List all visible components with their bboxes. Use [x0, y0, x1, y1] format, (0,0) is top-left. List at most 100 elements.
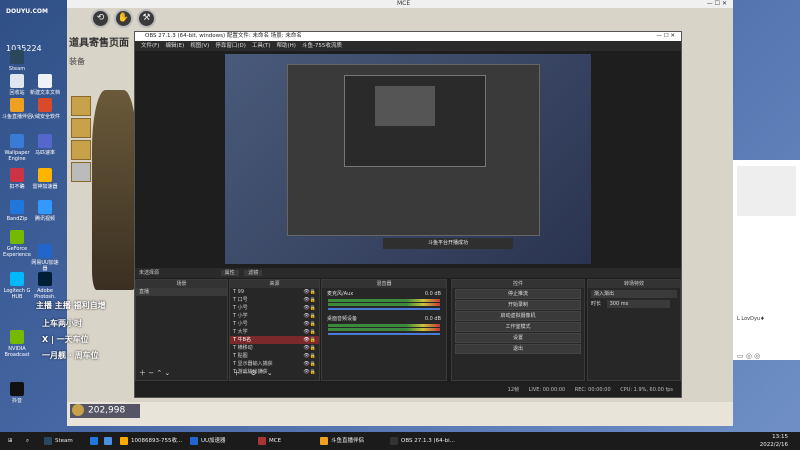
- equipment-slot[interactable]: [71, 118, 91, 138]
- visibility-lock-icon[interactable]: 👁🔒: [303, 344, 316, 352]
- menu-item[interactable]: 文件(F): [141, 43, 159, 49]
- stream-preview[interactable]: [225, 54, 591, 264]
- game-tool-button[interactable]: ⚒: [137, 9, 156, 28]
- visibility-lock-icon[interactable]: 👁🔒: [303, 312, 316, 320]
- desktop-icon-label: 腾讯视频: [34, 216, 55, 222]
- visibility-lock-icon[interactable]: 👁🔒: [303, 328, 316, 336]
- source-item[interactable]: T 横移动 👁🔒: [230, 344, 319, 352]
- taskbar-app[interactable]: MCE: [254, 435, 285, 447]
- volume-slider[interactable]: [328, 308, 440, 310]
- taskbar-app[interactable]: 斗鱼直播伴侣: [316, 435, 368, 447]
- desktop-icon[interactable]: BandZip: [2, 200, 32, 222]
- desktop-icon-label: GeForce Experience: [3, 246, 31, 258]
- source-item[interactable]: T 口号 👁🔒: [230, 296, 319, 304]
- source-item[interactable]: T 小号 👁🔒: [230, 320, 319, 328]
- source-item[interactable]: T 贴图 👁🔒: [230, 352, 319, 360]
- visibility-lock-icon[interactable]: 👁🔒: [303, 368, 316, 376]
- desktop-icon[interactable]: Adobe Photosh.: [30, 272, 60, 300]
- source-item[interactable]: T 小学 👁🔒: [230, 312, 319, 320]
- search-icon[interactable]: ⌕: [22, 435, 33, 447]
- window-controls[interactable]: — ☐ ✕: [707, 0, 727, 7]
- visibility-lock-icon[interactable]: 👁🔒: [303, 304, 316, 312]
- obs-window[interactable]: OBS 27.1.3 (64-bit, windows) 配置文件: 未命名 场…: [134, 31, 682, 398]
- menu-item[interactable]: 帮助(H): [277, 43, 296, 49]
- game-titlebar[interactable]: MCE — ☐ ✕: [67, 0, 733, 8]
- source-item[interactable]: T 小号 👁🔒: [230, 304, 319, 312]
- start-button[interactable]: ⊞: [4, 435, 17, 447]
- desktop-icon[interactable]: 网易UU加速器: [30, 244, 60, 272]
- control-button[interactable]: 设置: [455, 333, 581, 343]
- filters-button[interactable]: 滤镜: [244, 270, 263, 276]
- menu-item[interactable]: 停靠窗口(D): [215, 43, 246, 49]
- visibility-lock-icon[interactable]: 👁🔒: [303, 320, 316, 328]
- app-icon: [390, 436, 398, 445]
- equipment-slot[interactable]: [71, 162, 91, 182]
- desktop-icon-label: 火绒安全软件: [30, 114, 61, 120]
- visibility-lock-icon[interactable]: 👁🔒: [303, 288, 316, 296]
- desktop-icon-label: 新建文本文档: [30, 90, 61, 96]
- visibility-lock-icon[interactable]: 👁🔒: [303, 352, 316, 360]
- desktop-icon[interactable]: Steam: [2, 50, 32, 72]
- source-item[interactable]: T 显示器输入捕获 👁🔒: [230, 360, 319, 368]
- chat-pane[interactable]: L LovDyu♦ ▭ ◎ ◎: [733, 160, 800, 360]
- channel-name: 麦克风/Aux: [327, 291, 354, 297]
- menu-item[interactable]: 视图(V): [190, 43, 209, 49]
- duration-input[interactable]: 300 ms: [606, 300, 670, 308]
- obs-titlebar[interactable]: OBS 27.1.3 (64-bit, windows) 配置文件: 未命名 场…: [135, 32, 681, 41]
- taskbar-app[interactable]: UU加速器: [186, 435, 230, 447]
- volume-slider[interactable]: [328, 333, 440, 335]
- transition-select[interactable]: 渐入渐出: [591, 290, 677, 298]
- desktop-icon[interactable]: 扣不确: [2, 168, 32, 190]
- app-icon: [320, 436, 328, 445]
- source-item[interactable]: T 牛B名 👁🔒: [230, 336, 319, 344]
- obs-menubar: 文件(F) 编辑(E) 视图(V) 停靠窗口(D) 工具(T) 帮助(H) 斗鱼-755收流…: [135, 41, 681, 51]
- equipment-slot[interactable]: [71, 140, 91, 160]
- scene-toolbar[interactable]: ＋ − ⌃ ⌄: [139, 368, 170, 378]
- desktop-icon[interactable]: Wallpaper Engine: [2, 134, 32, 162]
- properties-button[interactable]: 属性: [220, 270, 239, 276]
- warrior-figure: [92, 90, 137, 290]
- taskbar-app[interactable]: 10086893-755收...: [116, 435, 186, 447]
- scene-item[interactable]: 直播: [136, 288, 227, 296]
- app-icon: [38, 272, 52, 286]
- game-hand-button[interactable]: ✋: [114, 9, 133, 28]
- control-button[interactable]: 工作室模式: [455, 322, 581, 332]
- visibility-lock-icon[interactable]: 👁🔒: [303, 360, 316, 368]
- desktop-icon[interactable]: 腾讯视频: [30, 200, 60, 222]
- equipment-slot[interactable]: [71, 96, 91, 116]
- desktop-icon[interactable]: Logitech G HUB: [2, 272, 32, 300]
- source-toolbar: 未选择源 属性 滤镜: [135, 268, 681, 278]
- desktop-icon[interactable]: NVIDIA Broadcast: [2, 330, 32, 358]
- visibility-lock-icon[interactable]: 👁🔒: [303, 336, 316, 344]
- source-item[interactable]: T 大学 👁🔒: [230, 328, 319, 336]
- source-item[interactable]: T 99 👁🔒: [230, 288, 319, 296]
- scenes-header: 场景: [136, 280, 227, 288]
- control-button[interactable]: 开始录制: [455, 300, 581, 310]
- desktop-icon[interactable]: 回收站: [2, 74, 32, 96]
- game-refresh-button[interactable]: ⟲: [91, 9, 110, 28]
- control-button[interactable]: 启动虚拟摄像机: [455, 311, 581, 321]
- chat-toolbar[interactable]: ▭ ◎ ◎: [737, 352, 796, 360]
- source-toolbar-buttons[interactable]: ＋ − ⚙ ⌃ ⌄: [233, 368, 273, 378]
- desktop-icon[interactable]: 斗鱼直播伴侣: [2, 98, 32, 120]
- nested-preview-inner: [344, 75, 486, 167]
- equipment-tab[interactable]: 装备: [69, 56, 85, 67]
- obs-window-controls[interactable]: — ☐ ✕: [656, 32, 675, 41]
- menu-item[interactable]: 斗鱼-755收流质: [302, 43, 342, 49]
- desktop-icon-label: Logitech G HUB: [3, 288, 31, 300]
- control-button[interactable]: 退出: [455, 344, 581, 354]
- menu-item[interactable]: 编辑(E): [165, 43, 184, 49]
- desktop-icon[interactable]: 新建文本文档: [30, 74, 60, 96]
- desktop-icon[interactable]: GeForce Experience: [2, 230, 32, 258]
- control-button[interactable]: 停止推流: [455, 289, 581, 299]
- desktop-icon[interactable]: 火绒安全软件: [30, 98, 60, 120]
- clock[interactable]: 13:15 2022/2/16: [756, 433, 792, 448]
- desktop-icon[interactable]: 抖音: [2, 382, 32, 404]
- menu-item[interactable]: 工具(T): [252, 43, 271, 49]
- overlay-line: 上车两小时: [42, 319, 82, 328]
- desktop-icon[interactable]: 雷神加速器: [30, 168, 60, 190]
- taskbar-app[interactable]: OBS 27.1.3 (64-bi...: [386, 435, 459, 447]
- visibility-lock-icon[interactable]: 👁🔒: [303, 296, 316, 304]
- desktop-icon[interactable]: 马匹速率: [30, 134, 60, 156]
- taskbar-app[interactable]: Steam: [40, 435, 77, 447]
